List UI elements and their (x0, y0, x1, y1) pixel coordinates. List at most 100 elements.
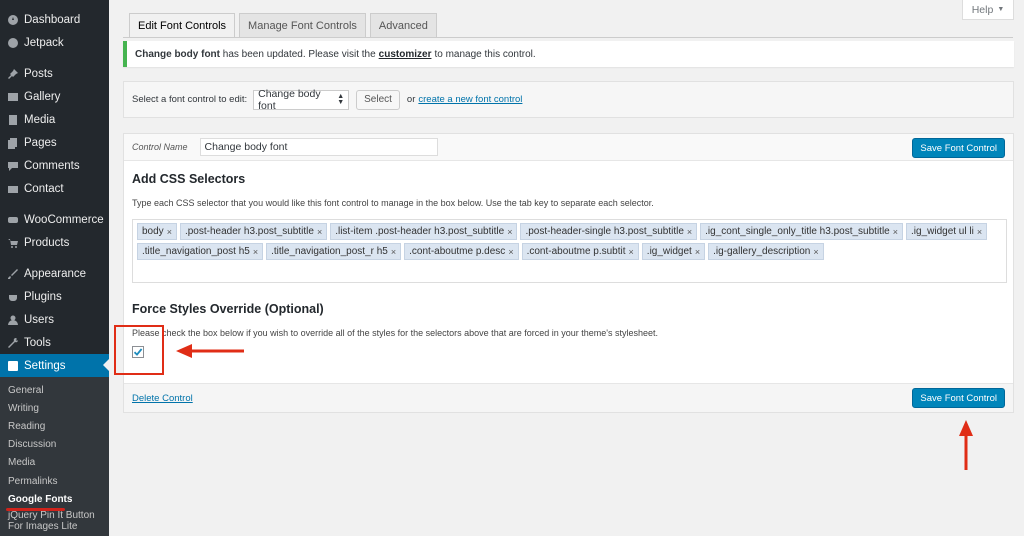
selector-tag-label: .ig_widget ul li (911, 226, 974, 237)
menu-label: Jetpack (24, 36, 64, 49)
menu-label: Appearance (24, 267, 87, 280)
menu-label: Contact (24, 182, 64, 195)
close-icon[interactable]: × (893, 227, 898, 237)
close-icon[interactable]: × (167, 227, 172, 237)
selector-tag[interactable]: body × (137, 223, 177, 240)
menu-contact[interactable]: Contact (0, 177, 109, 200)
menu-posts[interactable]: Posts (0, 62, 109, 85)
settings-submenu: General Writing Reading Discussion Media… (0, 377, 109, 536)
close-icon[interactable]: × (317, 227, 322, 237)
pin-icon (7, 68, 19, 80)
dashboard-icon (7, 14, 19, 26)
tab-divider (123, 37, 1013, 38)
selector-tag[interactable]: .post-header h3.post_subtitle × (179, 223, 328, 240)
brush-icon (7, 268, 19, 280)
comments-icon (7, 160, 19, 172)
selector-tag[interactable]: .ig_cont_single_only_title h3.post_subti… (700, 223, 903, 240)
plug-icon (7, 291, 19, 303)
menu-jetpack[interactable]: Jetpack (0, 31, 109, 54)
tab-bar: Edit Font Controls Manage Font Controls … (129, 13, 441, 37)
menu-label: Posts (24, 67, 53, 80)
envelope-icon (7, 183, 19, 195)
create-font-control-link[interactable]: create a new font control (418, 94, 522, 105)
menu-label: Tools (24, 336, 51, 349)
selector-tag[interactable]: .ig_widget ul li × (906, 223, 988, 240)
selector-tag[interactable]: .post-header-single h3.post_subtitle × (520, 223, 698, 240)
selector-tag[interactable]: .ig-gallery_description × (708, 243, 824, 260)
close-icon[interactable]: × (687, 227, 692, 237)
or-text: or (406, 94, 416, 105)
selector-tag[interactable]: .title_navigation_post_r h5 × (266, 243, 402, 260)
selector-tag[interactable]: .cont-aboutme p.subtit × (521, 243, 639, 260)
selector-tag-label: body (142, 226, 164, 237)
help-tab[interactable]: Help ▼ (962, 0, 1014, 20)
select-button[interactable]: Select (356, 89, 400, 110)
update-notice: Change body font has been updated. Pleas… (123, 41, 1014, 67)
submenu-discussion[interactable]: Discussion (0, 436, 109, 454)
menu-users[interactable]: Users (0, 308, 109, 331)
close-icon[interactable]: × (629, 247, 634, 257)
menu-label: WooCommerce (24, 213, 104, 226)
cart-icon (7, 237, 19, 249)
submenu-general[interactable]: General (0, 381, 109, 399)
submenu-writing[interactable]: Writing (0, 399, 109, 417)
jetpack-icon (7, 37, 19, 49)
menu-label: Gallery (24, 90, 61, 103)
menu-pages[interactable]: Pages (0, 131, 109, 154)
close-icon[interactable]: × (391, 247, 396, 257)
arrow-left-annotation-icon (176, 344, 244, 358)
select-arrows-icon: ▲ ▼ (337, 92, 345, 106)
menu-appearance[interactable]: Appearance (0, 262, 109, 285)
close-icon[interactable]: × (977, 227, 982, 237)
woocommerce-icon (7, 214, 19, 226)
tab-advanced[interactable]: Advanced (369, 13, 437, 37)
delete-control-link[interactable]: Delete Control (132, 393, 193, 404)
submenu-media[interactable]: Media (0, 454, 109, 472)
menu-label: Products (24, 236, 70, 249)
css-selector-input[interactable]: body × .post-header h3.post_subtitle × .li… (132, 219, 1007, 283)
submenu-reading[interactable]: Reading (0, 417, 109, 435)
close-icon[interactable]: × (507, 227, 512, 237)
menu-label: Settings (24, 359, 66, 372)
tab-edit-font-controls[interactable]: Edit Font Controls (129, 13, 236, 37)
selector-tag[interactable]: .title_navigation_post h5 × (137, 243, 264, 260)
menu-plugins[interactable]: Plugins (0, 285, 109, 308)
selector-tag-label: .ig_cont_single_only_title h3.post_subti… (705, 226, 890, 237)
menu-dashboard[interactable]: Dashboard (0, 8, 109, 31)
menu-label: Media (24, 113, 56, 126)
select-label: Select a font control to edit: (132, 94, 248, 105)
menu-label: Users (24, 313, 55, 326)
close-icon[interactable]: × (695, 247, 700, 257)
submenu-google-fonts[interactable]: Google Fonts (0, 490, 109, 508)
selector-tag[interactable]: .list-item .post-header h3.post_subtitle… (330, 223, 518, 240)
font-control-select[interactable]: Change body font ▲ ▼ (253, 88, 350, 112)
notice-text: to manage this control. (434, 48, 536, 60)
selector-tag[interactable]: .cont-aboutme p.desc × (404, 243, 519, 260)
close-icon[interactable]: × (813, 247, 818, 257)
submenu-permalinks[interactable]: Permalinks (0, 472, 109, 490)
menu-woocommerce[interactable]: WooCommerce (0, 208, 109, 231)
selector-tag-label: .post-header-single h3.post_subtitle (525, 226, 684, 237)
panel-footer: Delete Control Save Font Control (124, 383, 1013, 412)
menu-media[interactable]: Media (0, 108, 109, 131)
menu-tools[interactable]: Tools (0, 331, 109, 354)
tab-manage-font-controls[interactable]: Manage Font Controls (239, 13, 366, 37)
selector-tag[interactable]: .ig_widget × (641, 243, 706, 260)
submenu-jquery-pin-it[interactable]: jQuery Pin It Button For Images Lite (0, 508, 109, 532)
customizer-link[interactable]: customizer (379, 49, 432, 60)
menu-comments[interactable]: Comments (0, 154, 109, 177)
checkbox-highlight-annotation (114, 325, 164, 375)
save-font-control-button-bottom[interactable]: Save Font Control (912, 388, 1005, 408)
close-icon[interactable]: × (253, 247, 258, 257)
close-icon[interactable]: × (508, 247, 513, 257)
google-fonts-underline-annotation (6, 508, 65, 511)
menu-gallery[interactable]: Gallery (0, 85, 109, 108)
media-icon (7, 114, 19, 126)
pages-icon (7, 137, 19, 149)
control-name-input[interactable] (199, 138, 438, 156)
selector-tag-label: .ig_widget (646, 246, 692, 257)
save-font-control-button-top[interactable]: Save Font Control (912, 138, 1005, 158)
wrench-icon (7, 337, 19, 349)
menu-products[interactable]: Products (0, 231, 109, 254)
menu-settings[interactable]: Settings (0, 354, 109, 377)
